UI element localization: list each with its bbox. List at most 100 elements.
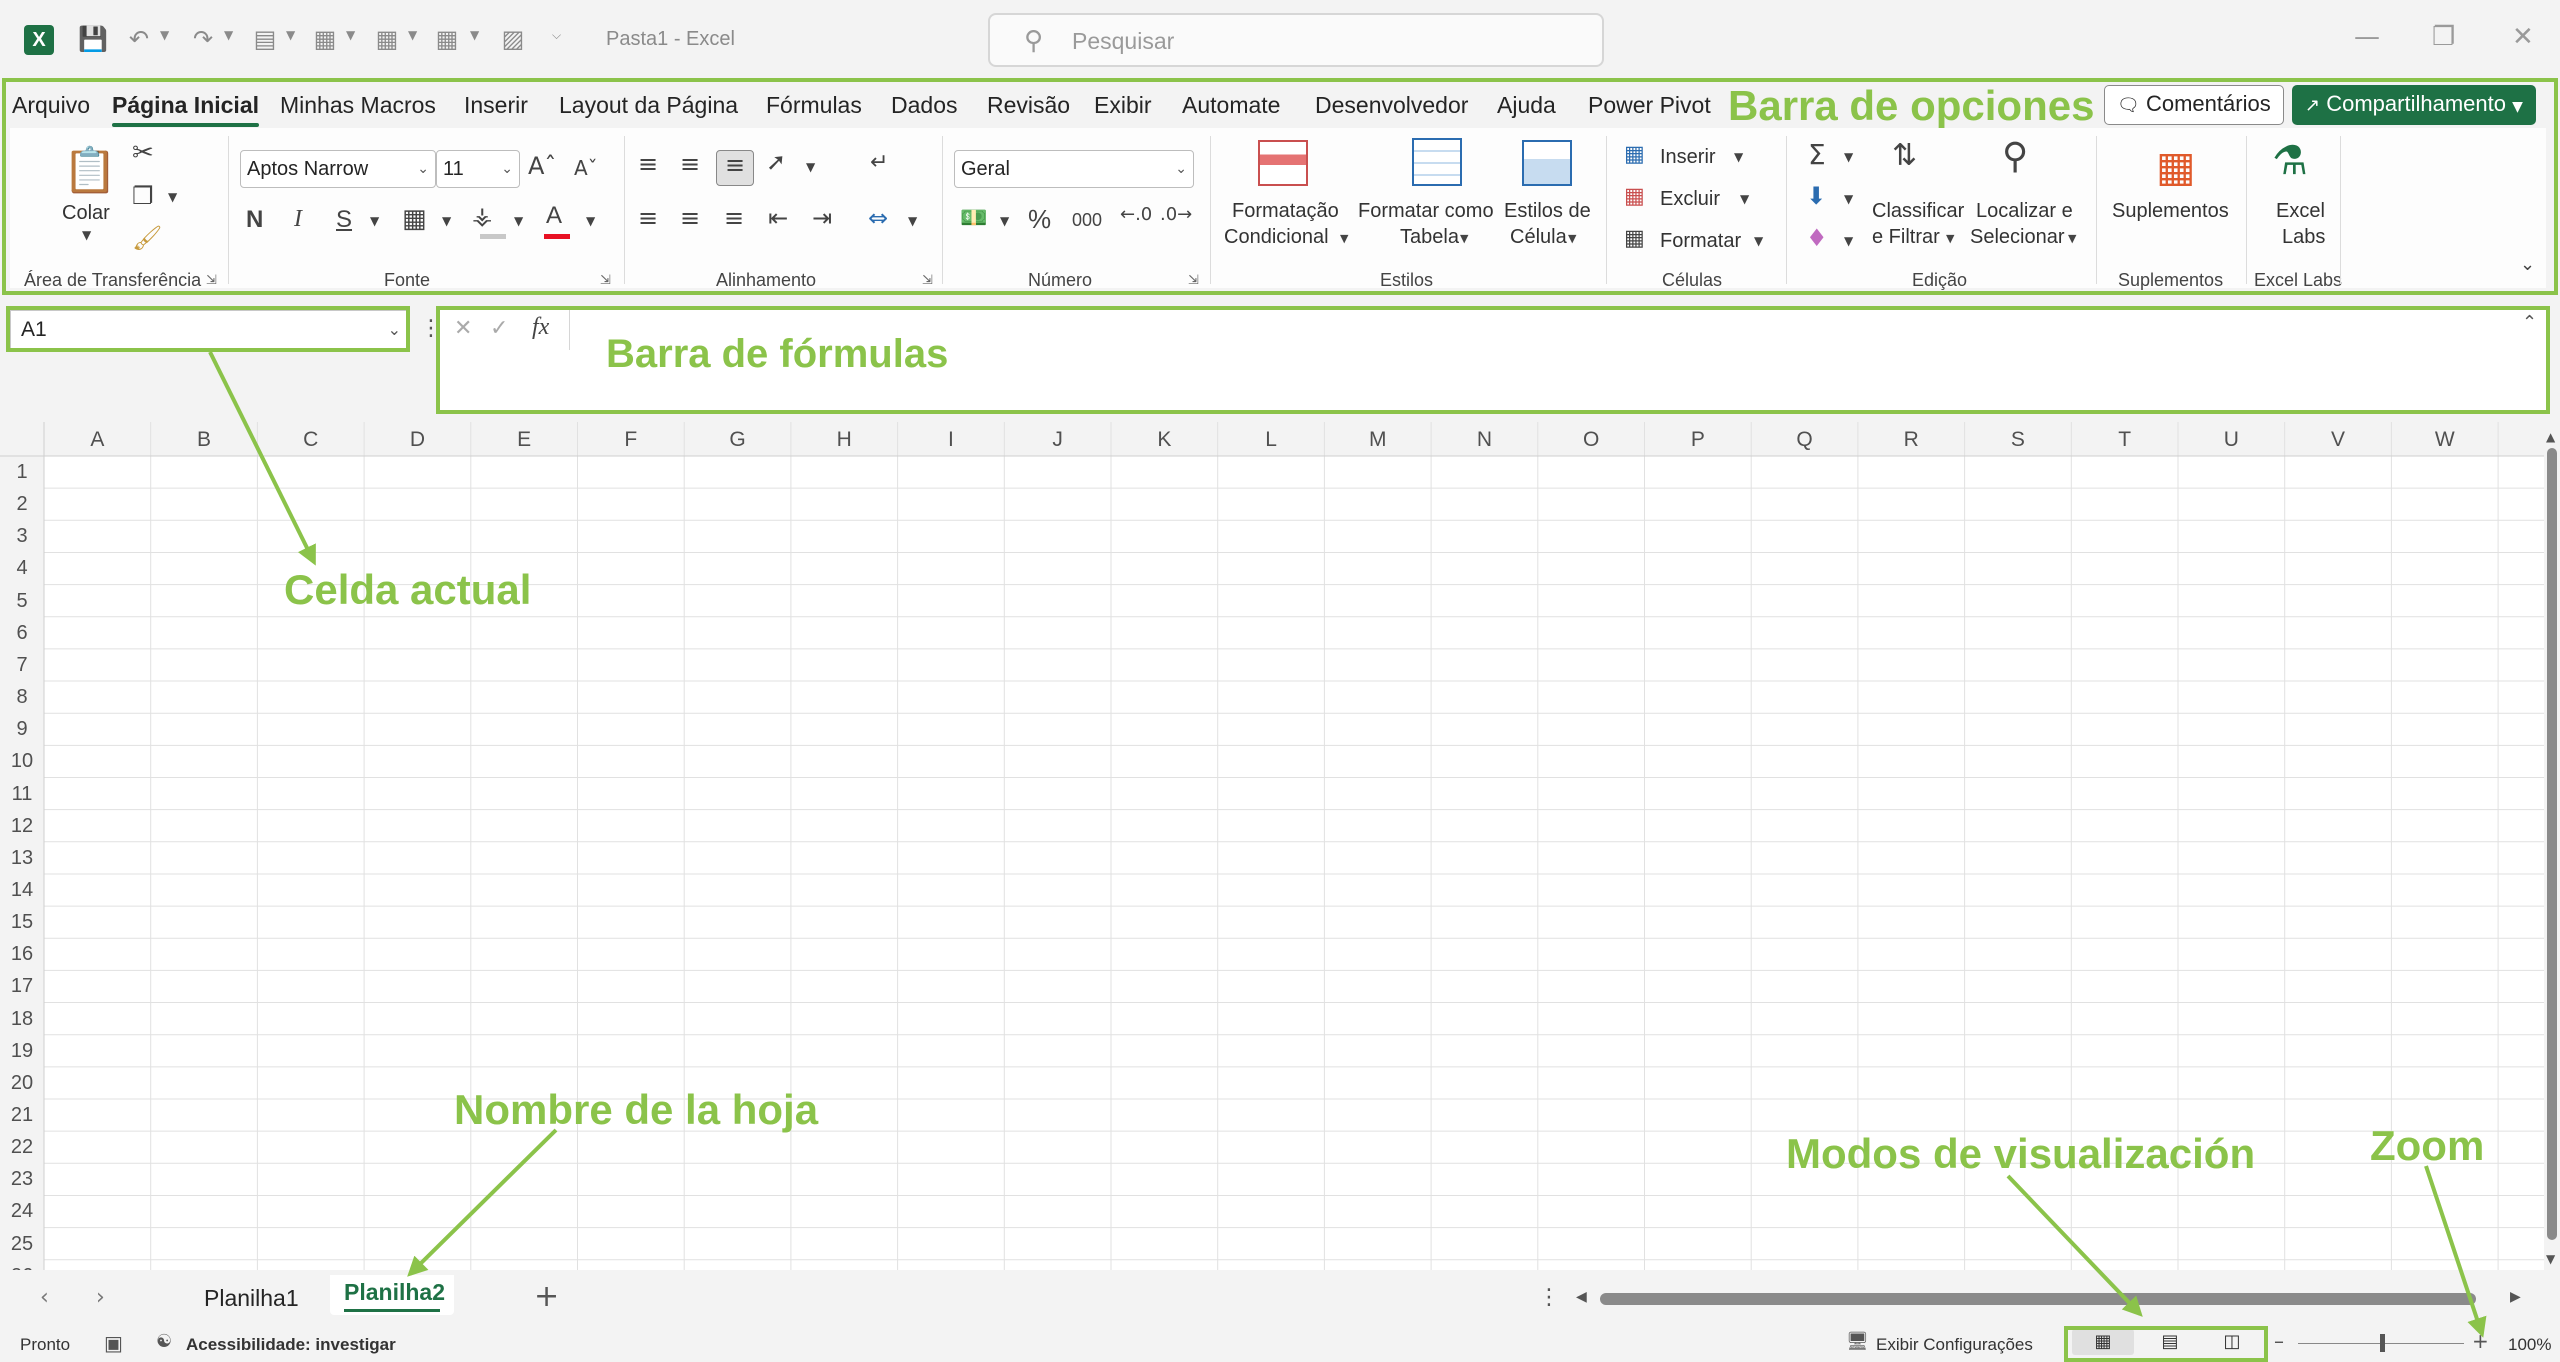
format-cells-label[interactable]: Formatar xyxy=(1660,228,1741,254)
find-select-label2[interactable]: Selecionar xyxy=(1970,224,2065,250)
tab-minhas-macros[interactable]: Minhas Macros xyxy=(280,92,436,119)
tab-desenvolvedor[interactable]: Desenvolvedor xyxy=(1315,92,1468,119)
tab-exibir[interactable]: Exibir xyxy=(1094,92,1152,119)
tab-layout[interactable]: Layout da Página xyxy=(559,92,738,119)
paste-label[interactable]: Colar xyxy=(62,200,110,226)
italic-button[interactable]: I xyxy=(294,206,302,233)
tab-pagina-inicial[interactable]: Página Inicial xyxy=(112,92,259,127)
column-header[interactable]: T xyxy=(2071,422,2178,452)
cell-styles-icon[interactable] xyxy=(1522,140,1572,186)
row-header[interactable]: 14 xyxy=(0,874,44,906)
merge-center-icon[interactable]: ⇔ xyxy=(868,204,888,232)
save-icon[interactable]: 💾 xyxy=(78,24,108,54)
row-header[interactable]: 7 xyxy=(0,649,44,681)
format-dropdown-icon[interactable]: ▼ xyxy=(1754,234,1763,248)
undo-dropdown-icon[interactable]: ▼ xyxy=(160,28,169,42)
redo-dropdown-icon[interactable]: ▼ xyxy=(224,28,233,42)
increase-indent-icon[interactable]: ⇥ xyxy=(812,204,832,232)
column-header[interactable]: F xyxy=(578,422,685,452)
column-header[interactable]: M xyxy=(1324,422,1431,452)
align-center-icon[interactable]: ≡ xyxy=(680,204,700,232)
tab-power-pivot[interactable]: Power Pivot xyxy=(1588,92,1711,119)
share-button[interactable]: ↗ Compartilhamento ▼ xyxy=(2292,85,2536,125)
row-header[interactable]: 17 xyxy=(0,970,44,1002)
row-header[interactable]: 8 xyxy=(0,681,44,713)
excel-labs-icon[interactable]: ⚗ xyxy=(2272,138,2308,184)
format-table-label1[interactable]: Formatar como xyxy=(1358,198,1494,224)
insert-cells-label[interactable]: Inserir xyxy=(1660,144,1716,170)
column-header[interactable]: B xyxy=(151,422,258,452)
form2-dropdown-icon[interactable]: ▼ xyxy=(408,28,417,42)
page-layout-view-button[interactable]: ▤ xyxy=(2144,1329,2196,1355)
tab-revisao[interactable]: Revisão xyxy=(987,92,1070,119)
underline-button[interactable]: S xyxy=(336,206,352,234)
sheet-tab-planilha2[interactable]: Planilha2 xyxy=(344,1279,445,1306)
addins-icon[interactable]: ▦ xyxy=(2156,142,2196,191)
format-painter-icon[interactable]: 🖌 xyxy=(132,224,162,252)
format-table-dropdown-icon[interactable]: ▼ xyxy=(1460,232,1468,245)
orientation-icon[interactable]: ➚ xyxy=(766,148,786,176)
column-header[interactable]: H xyxy=(791,422,898,452)
row-header[interactable]: 25 xyxy=(0,1228,44,1260)
fill-icon[interactable]: ⬇ xyxy=(1806,182,1826,210)
number-launcher-icon[interactable]: ⇲ xyxy=(1188,273,1199,288)
horizontal-scroll-thumb[interactable] xyxy=(1600,1293,2476,1305)
display-settings-icon[interactable]: 🖥 xyxy=(1846,1331,1869,1352)
zoom-out-icon[interactable]: – xyxy=(2274,1329,2284,1353)
form-dropdown-icon[interactable]: ▼ xyxy=(346,28,355,42)
font-color-icon[interactable]: A xyxy=(546,202,562,230)
comments-button[interactable]: 🗨 Comentários xyxy=(2104,85,2284,125)
redo-icon[interactable]: ↷ xyxy=(188,24,218,54)
row-header[interactable]: 18 xyxy=(0,1003,44,1035)
vertical-scroll-thumb[interactable] xyxy=(2547,448,2557,1240)
decrease-indent-icon[interactable]: ⇤ xyxy=(768,204,788,232)
row-header[interactable]: 9 xyxy=(0,713,44,745)
sheet-next-icon[interactable]: › xyxy=(96,1285,105,1310)
close-icon[interactable]: ✕ xyxy=(2512,22,2534,52)
autosum-dropdown-icon[interactable]: ▼ xyxy=(1844,150,1853,164)
tab-ajuda[interactable]: Ajuda xyxy=(1497,92,1556,119)
sort-filter-label2[interactable]: e Filtrar xyxy=(1872,224,1940,250)
delete-cells-label[interactable]: Excluir xyxy=(1660,186,1720,212)
accessibility-icon[interactable]: ☯ xyxy=(156,1331,172,1352)
name-box[interactable]: A1 ⌄ xyxy=(10,310,410,350)
column-header[interactable]: I xyxy=(898,422,1005,452)
column-header[interactable]: U xyxy=(2178,422,2285,452)
number-format-select[interactable]: Geral ⌄ xyxy=(954,150,1194,188)
restore-icon[interactable]: ❐ xyxy=(2432,22,2455,52)
insert-cells-icon[interactable]: ▦ xyxy=(1624,142,1645,167)
row-header[interactable]: 16 xyxy=(0,938,44,970)
column-header[interactable]: R xyxy=(1858,422,1965,452)
keyboard-icon[interactable]: ▨ xyxy=(498,24,528,54)
undo-icon[interactable]: ↶ xyxy=(124,24,154,54)
cut-icon[interactable]: ✂ xyxy=(132,138,154,168)
form2-icon[interactable]: ▦ xyxy=(372,24,402,54)
row-header[interactable]: 2 xyxy=(0,488,44,520)
column-header[interactable]: O xyxy=(1538,422,1645,452)
row-header[interactable]: 26 xyxy=(0,1260,44,1270)
row-header[interactable]: 21 xyxy=(0,1099,44,1131)
insert-dropdown-icon[interactable]: ▼ xyxy=(1734,150,1743,164)
sort-dropdown-icon[interactable]: ▼ xyxy=(1946,232,1954,245)
macro-record-icon[interactable]: ▣ xyxy=(104,1331,123,1355)
row-header[interactable]: 13 xyxy=(0,842,44,874)
orientation-dropdown-icon[interactable]: ▼ xyxy=(806,160,815,174)
formula-expand-icon[interactable]: ⌃ xyxy=(2522,312,2537,333)
form3-dropdown-icon[interactable]: ▼ xyxy=(470,28,479,42)
tab-formulas[interactable]: Fórmulas xyxy=(766,92,862,119)
alignment-launcher-icon[interactable]: ⇲ xyxy=(922,273,933,288)
display-settings-label[interactable]: Exibir Configurações xyxy=(1876,1335,2033,1355)
search-box[interactable]: ⚲ Pesquisar xyxy=(988,13,1604,67)
insert-function-icon[interactable]: fx xyxy=(532,314,549,341)
ribbon-collapse-icon[interactable]: ⌄ xyxy=(2520,254,2535,275)
cell-styles-dropdown-icon[interactable]: ▼ xyxy=(1568,232,1576,245)
normal-view-button[interactable]: ▦ xyxy=(2072,1329,2134,1355)
decrease-font-icon[interactable]: Aˇ xyxy=(574,156,598,180)
row-header[interactable]: 15 xyxy=(0,906,44,938)
tab-automate[interactable]: Automate xyxy=(1182,92,1280,119)
customize-toolbar-icon[interactable]: ⌵ xyxy=(552,28,561,43)
excel-labs-label1[interactable]: Excel xyxy=(2276,198,2325,224)
decrease-decimal-icon[interactable]: .0→ xyxy=(1160,204,1192,225)
row-header[interactable]: 3 xyxy=(0,520,44,552)
align-right-icon[interactable]: ≡ xyxy=(724,204,744,232)
